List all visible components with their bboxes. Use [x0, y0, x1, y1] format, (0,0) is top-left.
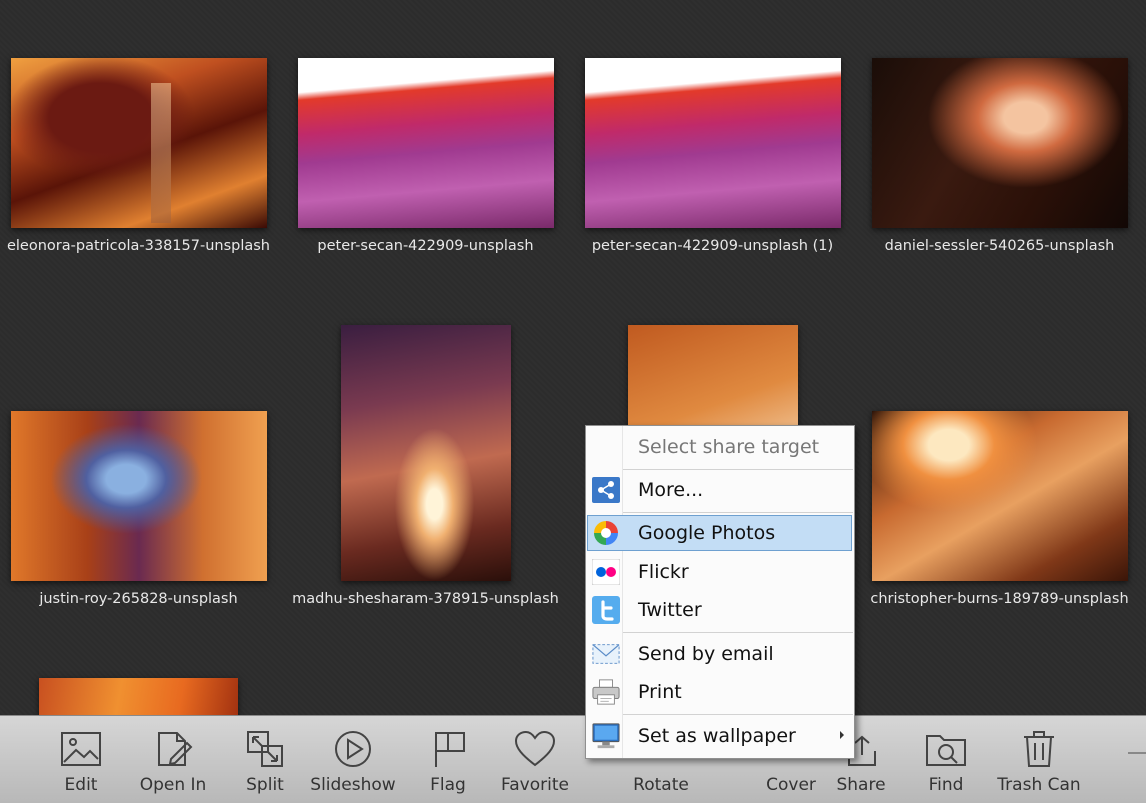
thumbnail-caption: peter-secan-422909-unsplash (1): [591, 238, 834, 254]
menu-item-print[interactable]: Print: [587, 674, 852, 710]
twitter-icon: [592, 596, 620, 624]
open-in-icon: [151, 727, 195, 771]
envelope-icon: [592, 641, 620, 667]
menu-item-send-by-email[interactable]: Send by email: [587, 636, 852, 672]
thumbnail-caption: justin-roy-265828-unsplash: [39, 591, 238, 607]
find-button[interactable]: Find: [924, 716, 968, 803]
menu-separator: [623, 714, 853, 715]
menu-item-label: Set as wallpaper: [638, 725, 796, 747]
edit-button[interactable]: Edit: [58, 716, 104, 803]
thumbnail-caption: christopher-burns-189789-unsplash: [870, 591, 1129, 607]
menu-item-label: More...: [638, 479, 704, 501]
slideshow-button[interactable]: Slideshow: [309, 716, 397, 803]
thumbnail-caption: madhu-shesharam-378915-unsplash: [292, 591, 559, 607]
thumbnail-caption: peter-secan-422909-unsplash: [317, 238, 534, 254]
menu-item-label: Google Photos: [638, 522, 776, 544]
flickr-icon: [592, 559, 620, 585]
google-photos-icon: [592, 520, 620, 546]
toolbar-label: Cover: [766, 775, 816, 795]
image-icon: [59, 727, 103, 771]
thumbnail-peter-secan-copy[interactable]: [585, 58, 841, 228]
menu-item-set-as-wallpaper[interactable]: Set as wallpaper: [587, 718, 852, 754]
heart-icon: [513, 727, 557, 771]
toolbar-label: Flag: [430, 775, 466, 795]
split-button[interactable]: Split: [240, 716, 290, 803]
share-menu: Select share target More... Google Photo…: [585, 425, 855, 759]
play-icon: [331, 727, 375, 771]
menu-item-flickr[interactable]: Flickr: [587, 554, 852, 590]
thumbnail-justin-roy[interactable]: [11, 411, 267, 581]
menu-item-label: Send by email: [638, 643, 774, 665]
split-icon: [243, 727, 287, 771]
menu-separator: [623, 512, 853, 513]
toolbar-label: Slideshow: [310, 775, 396, 795]
trash-icon: [1017, 727, 1061, 771]
toolbar-label: Edit: [64, 775, 98, 795]
thumbnail-eleonora-patricola[interactable]: [11, 58, 267, 228]
open-in-button[interactable]: Open In: [138, 716, 208, 803]
share-nodes-icon: [592, 477, 620, 503]
thumbnail-madhu-shesharam[interactable]: [341, 325, 511, 581]
menu-separator: [623, 632, 853, 633]
toolbar-label: Find: [928, 775, 964, 795]
trash-can-button[interactable]: Trash Can: [996, 716, 1082, 803]
thumbnail-canyon-partial[interactable]: [39, 678, 238, 715]
thumbnail-christopher-burns[interactable]: [872, 411, 1128, 581]
toolbar-label: Rotate: [633, 775, 689, 795]
flag-button[interactable]: Flag: [425, 716, 471, 803]
toolbar-label: Trash Can: [997, 775, 1081, 795]
printer-icon: [592, 679, 620, 705]
menu-item-label: Twitter: [638, 599, 702, 621]
thumbnail-grid: eleonora-patricola-338157-unsplash peter…: [0, 0, 1146, 715]
thumbnail-daniel-sessler[interactable]: [872, 58, 1128, 228]
bottom-toolbar: Edit Open In Split Slideshow Flag Favori…: [0, 715, 1146, 803]
toolbar-label: Favorite: [501, 775, 569, 795]
thumbnail-caption: eleonora-patricola-338157-unsplash: [6, 238, 271, 254]
toolbar-label: Open In: [139, 775, 207, 795]
submenu-arrow-icon: [840, 731, 844, 739]
thumbnail-caption: daniel-sessler-540265-unsplash: [884, 238, 1115, 254]
favorite-button[interactable]: Favorite: [499, 716, 571, 803]
menu-item-label: Flickr: [638, 561, 689, 583]
menu-item-label: Print: [638, 681, 682, 703]
share-menu-header: Select share target: [638, 436, 820, 458]
menu-item-more[interactable]: More...: [587, 472, 852, 508]
toolbar-label: Split: [246, 775, 284, 795]
menu-separator: [623, 469, 853, 470]
find-folder-icon: [924, 727, 968, 771]
flag-icon: [426, 727, 470, 771]
monitor-icon: [592, 723, 620, 749]
toolbar-label: Share: [836, 775, 886, 795]
thumbnail-peter-secan[interactable]: [298, 58, 554, 228]
toolbar-overflow-handle[interactable]: [1128, 752, 1146, 754]
menu-item-twitter[interactable]: Twitter: [587, 592, 852, 628]
menu-item-google-photos[interactable]: Google Photos: [587, 515, 852, 551]
